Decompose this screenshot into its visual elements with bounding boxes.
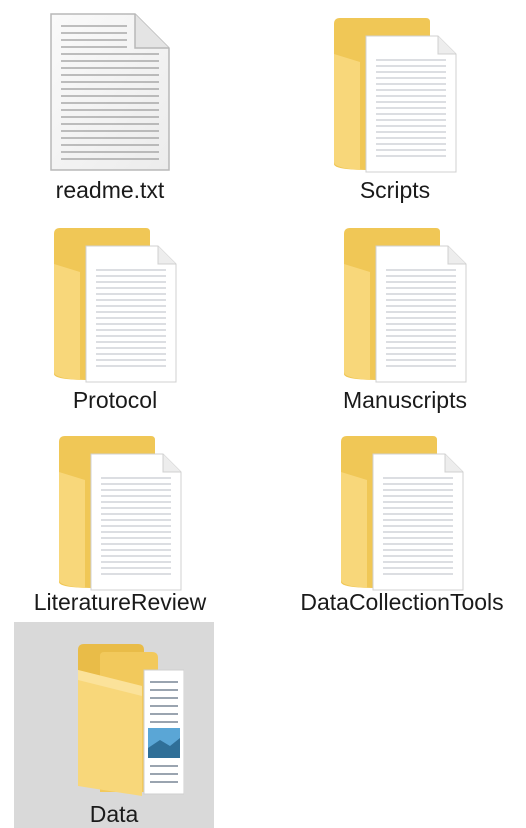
folder-item-manuscripts[interactable]: Manuscripts [300, 222, 510, 422]
folder-label: LiteratureReview [33, 589, 207, 615]
folder-label: Scripts [359, 177, 431, 203]
folder-item-datacollectiontools[interactable]: DataCollectionTools [280, 430, 524, 620]
folder-icon [334, 18, 457, 173]
folder-icon [341, 436, 464, 591]
folder-icon [59, 436, 182, 591]
folder-with-image-icon [78, 644, 184, 796]
folder-item-protocol[interactable]: Protocol [20, 222, 210, 422]
folder-item-data[interactable]: Data [14, 622, 214, 828]
folder-label: Data [89, 801, 139, 827]
file-label: readme.txt [55, 177, 165, 203]
folder-item-literaturereview[interactable]: LiteratureReview [10, 430, 230, 620]
folder-icon [54, 228, 177, 383]
folder-label: Manuscripts [343, 387, 467, 413]
folder-label: DataCollectionTools [300, 589, 504, 615]
text-file-icon [50, 13, 170, 171]
folder-label: Protocol [72, 387, 158, 413]
folder-icon [344, 228, 467, 383]
folder-item-scripts[interactable]: Scripts [300, 8, 490, 208]
file-item-readme[interactable]: readme.txt [20, 8, 200, 208]
